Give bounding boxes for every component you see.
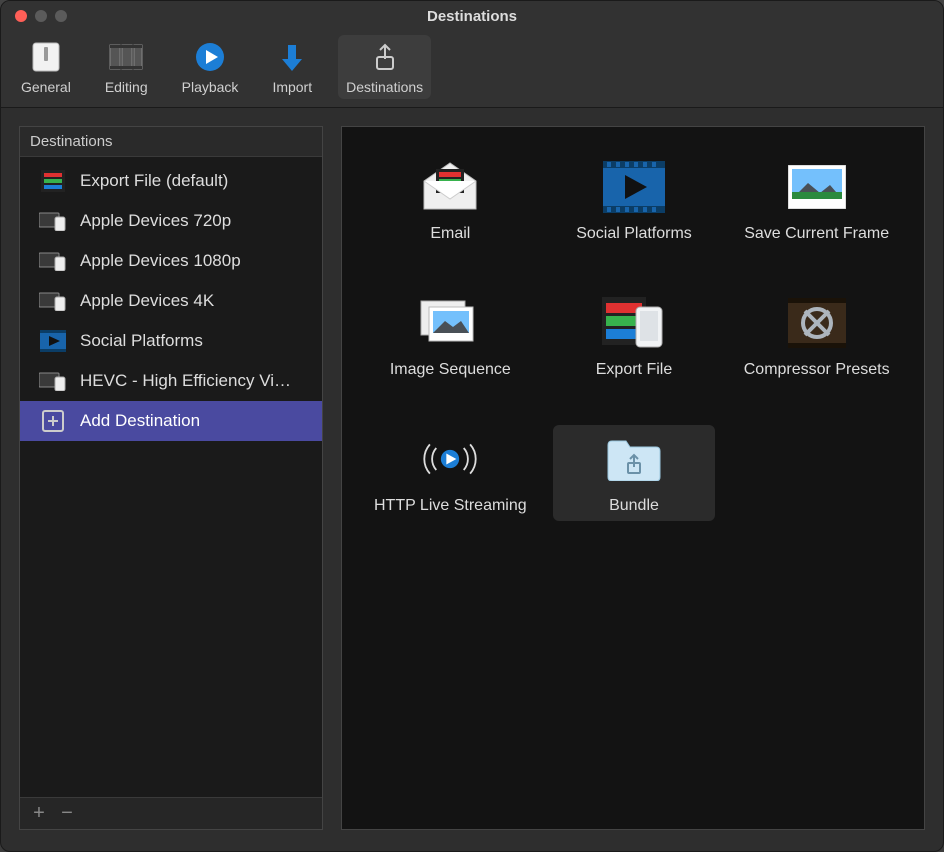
dest-label: HTTP Live Streaming — [374, 497, 527, 515]
titlebar: Destinations — [1, 1, 943, 31]
add-button[interactable]: + — [30, 802, 48, 825]
dest-social-platforms[interactable]: Social Platforms — [553, 153, 716, 249]
sidebar-item-label: Apple Devices 1080p — [80, 251, 241, 271]
close-window-button[interactable] — [15, 10, 27, 22]
minimize-window-button[interactable] — [35, 10, 47, 22]
sidebar-item-hevc[interactable]: HEVC - High Efficiency Vi… — [20, 361, 322, 401]
tab-playback[interactable]: Playback — [174, 35, 247, 99]
folder-share-icon — [602, 431, 666, 487]
broadcast-icon — [418, 431, 482, 487]
plus-box-icon — [38, 409, 68, 433]
devices-icon — [38, 289, 68, 313]
destinations-panel: Email Social Platforms — [341, 126, 925, 830]
traffic-lights — [1, 10, 67, 22]
dest-label: Save Current Frame — [744, 225, 889, 243]
body: Destinations Export File (default) — [1, 108, 943, 848]
sidebar-item-720p[interactable]: Apple Devices 720p — [20, 201, 322, 241]
sidebar-item-label: Add Destination — [80, 411, 200, 431]
film-color-icon — [38, 169, 68, 193]
dest-label: Email — [430, 225, 470, 243]
dest-label: Bundle — [609, 497, 659, 515]
sidebar-item-1080p[interactable]: Apple Devices 1080p — [20, 241, 322, 281]
sidebar-item-add-destination[interactable]: Add Destination — [20, 401, 322, 441]
tab-label: Editing — [105, 79, 148, 95]
film-devices-icon — [602, 295, 666, 351]
dest-save-current-frame[interactable]: Save Current Frame — [735, 153, 898, 249]
dest-label: Export File — [596, 361, 672, 379]
photo-icon — [785, 159, 849, 215]
dest-label: Social Platforms — [576, 225, 692, 243]
sidebar-item-export-file[interactable]: Export File (default) — [20, 161, 322, 201]
tab-label: Import — [272, 79, 312, 95]
general-icon — [28, 39, 64, 75]
tab-label: General — [21, 79, 71, 95]
dest-label: Compressor Presets — [744, 361, 890, 379]
dest-compressor-presets[interactable]: Compressor Presets — [735, 289, 898, 385]
sidebar-list: Export File (default) Apple Devices 720p — [20, 157, 322, 797]
devices-icon — [38, 249, 68, 273]
playback-icon — [192, 39, 228, 75]
tab-destinations[interactable]: Destinations — [338, 35, 431, 99]
destinations-icon — [367, 39, 403, 75]
sidebar: Destinations Export File (default) — [19, 126, 323, 830]
devices-icon — [38, 209, 68, 233]
film-play-icon — [38, 329, 68, 353]
sidebar-footer: + − — [20, 797, 322, 829]
sidebar-item-label: Apple Devices 4K — [80, 291, 214, 311]
tab-editing[interactable]: Editing — [97, 35, 156, 99]
sidebar-item-label: HEVC - High Efficiency Vi… — [80, 371, 291, 391]
sidebar-item-label: Export File (default) — [80, 171, 228, 191]
dest-bundle[interactable]: Bundle — [553, 425, 716, 521]
import-icon — [274, 39, 310, 75]
sidebar-header: Destinations — [20, 127, 322, 157]
window-title: Destinations — [1, 8, 943, 25]
dest-image-sequence[interactable]: Image Sequence — [368, 289, 533, 385]
dest-export-file[interactable]: Export File — [553, 289, 716, 385]
tab-label: Destinations — [346, 79, 423, 95]
compressor-icon — [785, 295, 849, 351]
remove-button[interactable]: − — [58, 802, 76, 825]
tab-general[interactable]: General — [13, 35, 79, 99]
pref-toolbar: General Editing Playback — [1, 31, 943, 108]
film-play-icon — [602, 159, 666, 215]
devices-icon — [38, 369, 68, 393]
sidebar-item-label: Social Platforms — [80, 331, 203, 351]
dest-email[interactable]: Email — [368, 153, 533, 249]
sidebar-item-4k[interactable]: Apple Devices 4K — [20, 281, 322, 321]
tab-label: Playback — [182, 79, 239, 95]
dest-http-live-streaming[interactable]: HTTP Live Streaming — [368, 425, 533, 521]
sidebar-item-label: Apple Devices 720p — [80, 211, 231, 231]
tab-import[interactable]: Import — [264, 35, 320, 99]
email-icon — [418, 159, 482, 215]
photo-stack-icon — [418, 295, 482, 351]
zoom-window-button[interactable] — [55, 10, 67, 22]
preferences-window: Destinations General — [0, 0, 944, 852]
destinations-grid: Email Social Platforms — [368, 153, 898, 521]
dest-label: Image Sequence — [390, 361, 511, 379]
sidebar-item-social[interactable]: Social Platforms — [20, 321, 322, 361]
editing-icon — [108, 39, 144, 75]
